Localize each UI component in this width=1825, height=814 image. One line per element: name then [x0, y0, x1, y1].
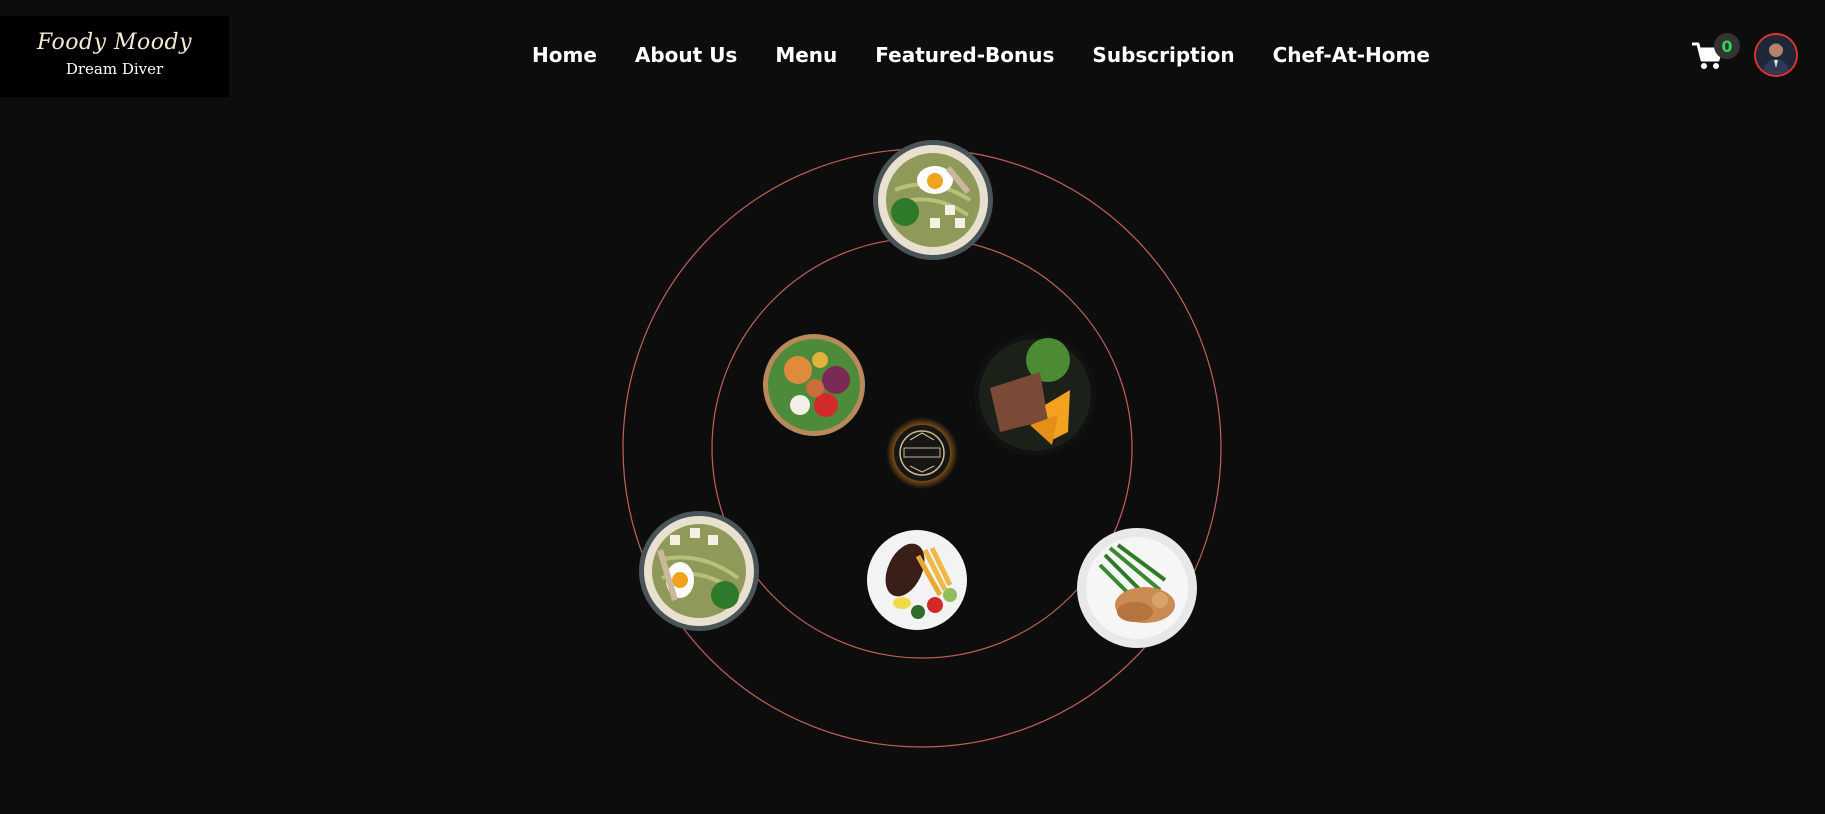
center-emblem[interactable]: [886, 417, 958, 489]
dish-steak-fries-plate[interactable]: [867, 530, 967, 630]
dish-steak-salad[interactable]: [974, 334, 1096, 456]
dish-green-beans-chicken-plate[interactable]: [1077, 528, 1197, 648]
dish-salad-bowl[interactable]: [763, 334, 865, 436]
dish-ramen-left[interactable]: [639, 511, 759, 631]
dish-ramen-top[interactable]: [873, 140, 993, 260]
dish-orbit: [622, 140, 1222, 748]
